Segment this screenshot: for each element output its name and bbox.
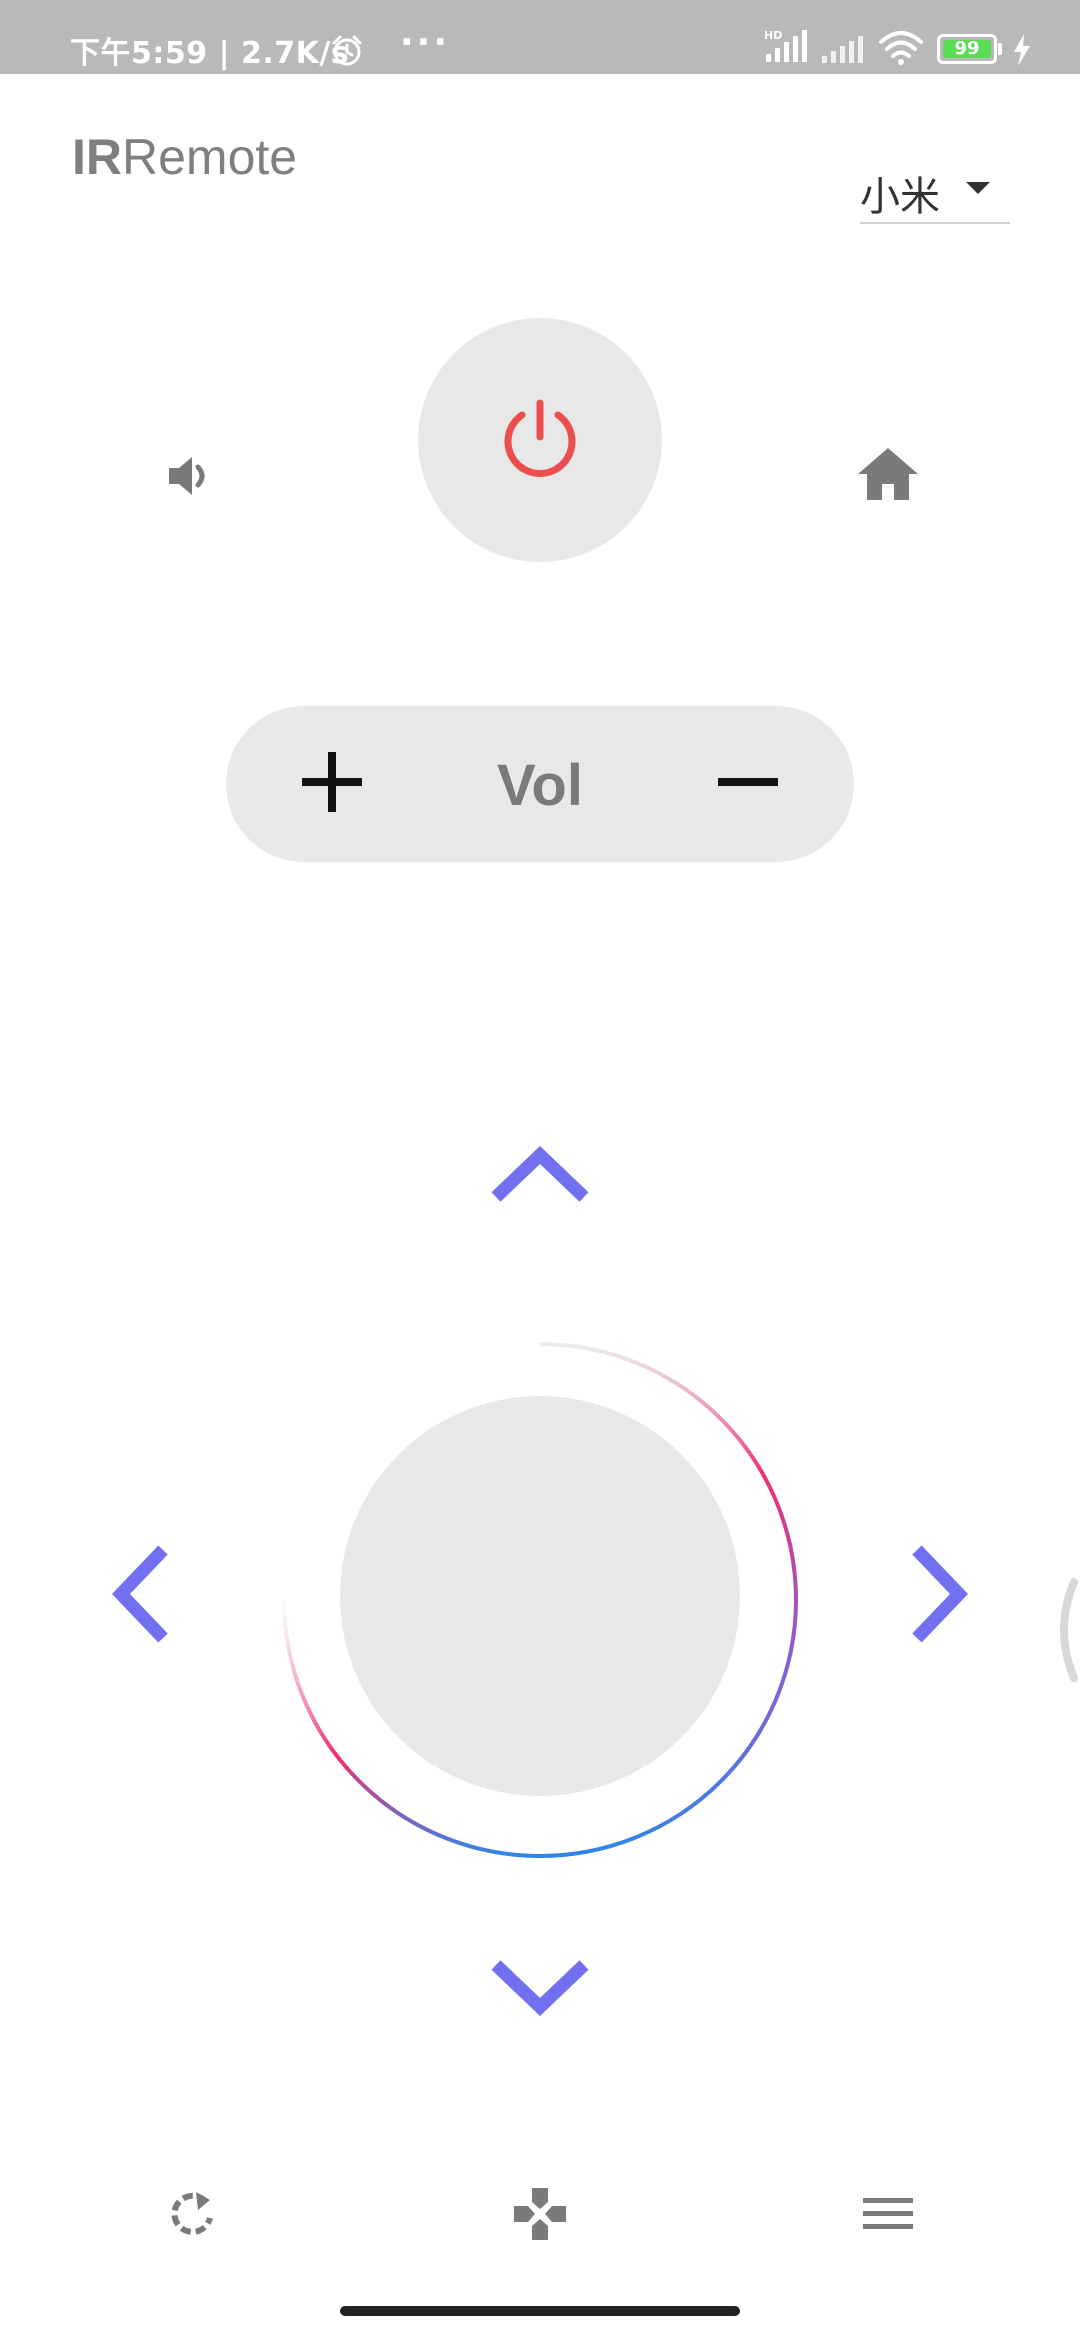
brand-dropdown[interactable]: 小米 [860,160,1010,224]
signal-hd-icon: HD [764,28,812,68]
status-time-and-speed: 下午5:59 | 2.7K/s [70,28,349,72]
chevron-left-icon [109,1544,171,1648]
volume-icon [165,451,215,505]
edge-swipe-handle[interactable] [1048,1578,1080,1686]
dpad-down-button[interactable] [480,1940,600,2040]
status-bar: 下午5:59 | 2.7K/s ··· HD 99 [0,0,1080,74]
dpad-up-button[interactable] [480,1126,600,1226]
app-title-regular: Remote [122,129,298,185]
status-time: 下午5:59 [70,36,208,71]
mute-button[interactable] [150,438,230,518]
home-icon [856,446,920,506]
battery-level: 99 [954,38,980,59]
power-icon [497,395,583,485]
volume-control: Vol [226,706,854,862]
battery-tip [998,43,1002,55]
volume-down-button[interactable] [708,744,788,824]
dpad-ok-button[interactable] [340,1396,740,1796]
menu-button[interactable] [848,2176,928,2256]
chevron-right-icon [909,1544,971,1648]
brand-selected-value: 小米 [860,174,940,220]
wifi-icon [878,30,924,70]
signal-secondary-icon [820,34,866,68]
charging-icon [1012,34,1032,70]
app-title-bold: IR [72,129,122,185]
signal-hd-label: HD [764,29,782,42]
status-more-dots: ··· [400,22,451,63]
gamepad-button[interactable] [500,2176,580,2256]
home-button[interactable] [848,436,928,516]
chevron-down-icon [490,1957,590,2023]
power-button[interactable] [418,318,662,562]
dpad-right-button[interactable] [890,1536,990,1656]
dropdown-arrow-icon [964,180,992,200]
app-title: IRRemote [72,128,297,186]
menu-icon [863,2196,913,2236]
dpad-left-button[interactable] [90,1536,190,1656]
battery-icon: 99 [937,34,997,64]
status-separator: | [218,36,241,71]
home-indicator-bar[interactable] [340,2306,740,2316]
refresh-button[interactable] [152,2176,232,2256]
gamepad-icon [511,2185,569,2247]
refresh-icon [166,2188,218,2244]
minus-icon [716,750,780,818]
chevron-up-icon [490,1143,590,1209]
alarm-icon [330,34,364,72]
